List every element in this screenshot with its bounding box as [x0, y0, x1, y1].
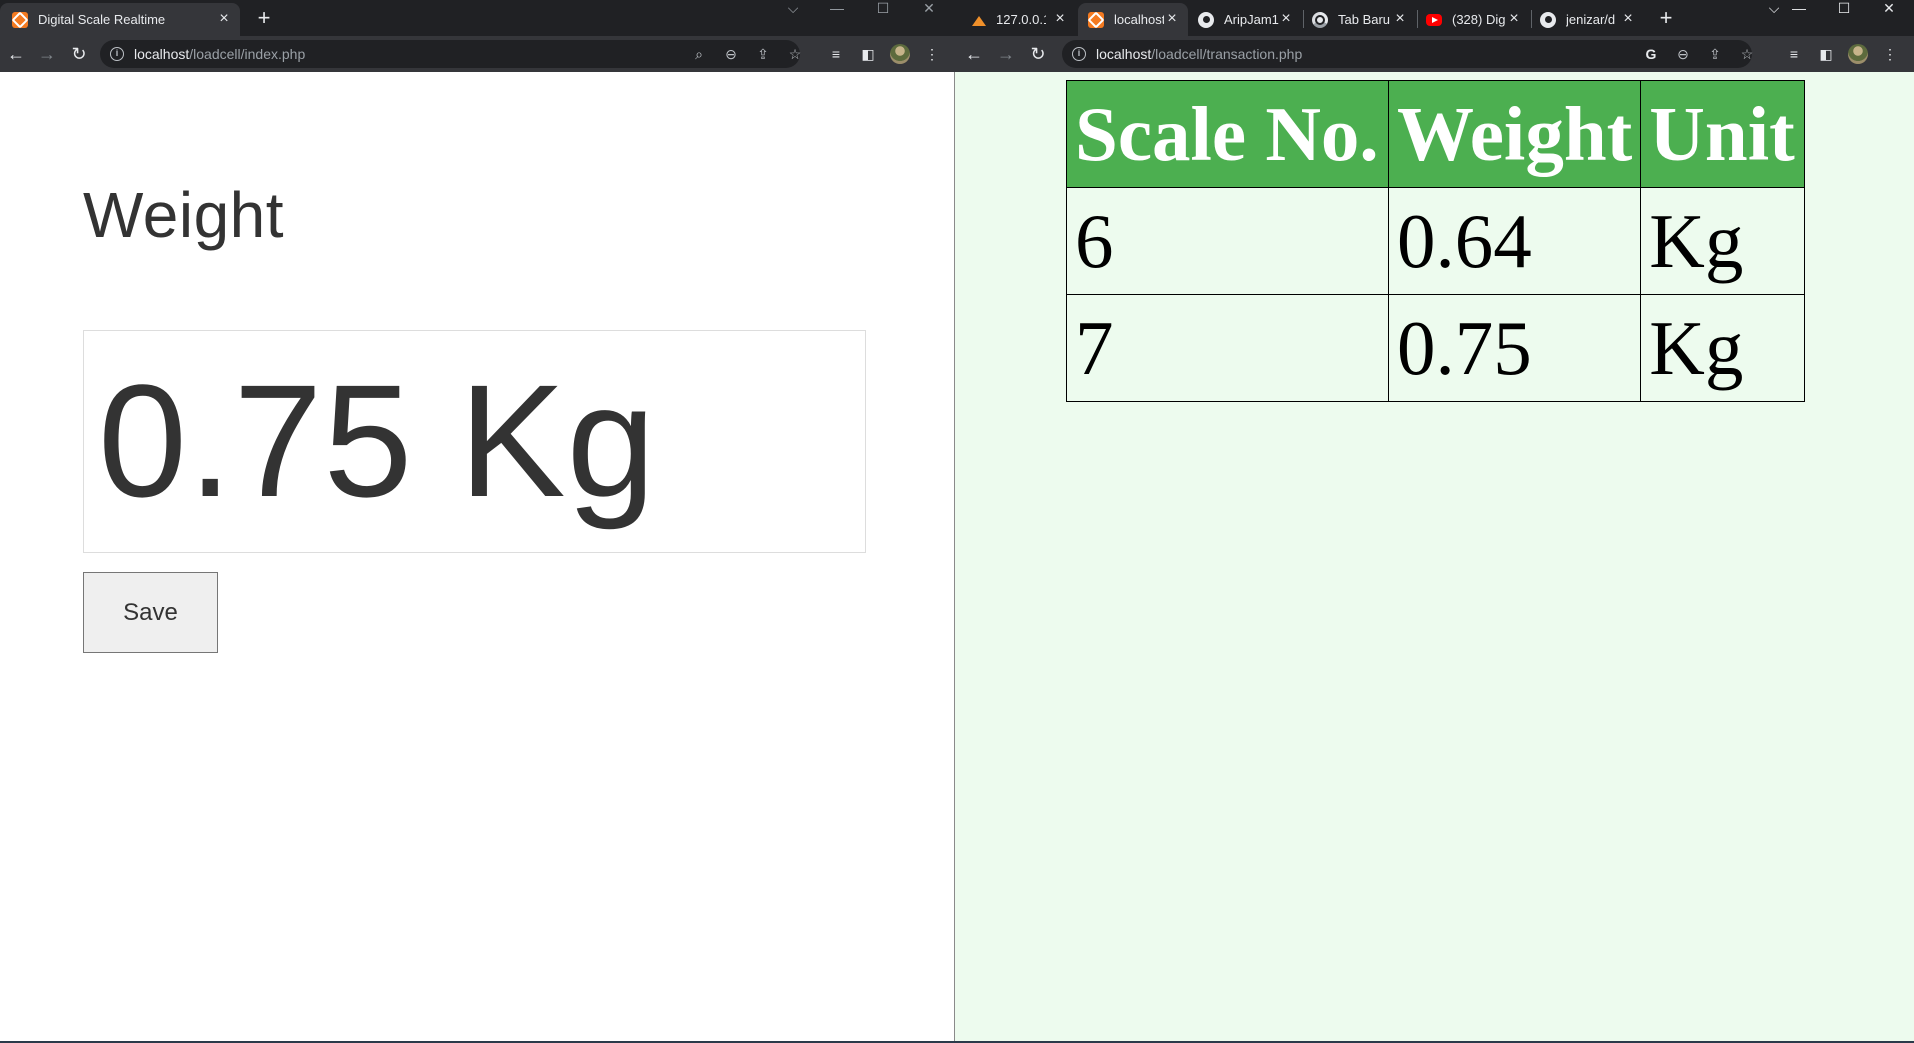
column-header-weight: Weight [1387, 80, 1642, 188]
tab-title: localhost [1114, 12, 1164, 27]
close-tab-icon[interactable]: × [1052, 11, 1068, 27]
browser-window-right: 127.0.0.1 × localhost × AripJam1 × Tab B… [954, 0, 1914, 1043]
bookmark-star-icon[interactable]: ☆ [786, 45, 804, 63]
tab-title: 127.0.0.1 [996, 12, 1046, 27]
transaction-table: Scale No. Weight Unit 6 0.64 Kg 7 0.75 K… [1066, 80, 1806, 402]
table-row: 6 0.64 Kg [1066, 187, 1806, 295]
reload-button[interactable]: ↻ [65, 40, 93, 68]
close-window-button[interactable]: ✕ [906, 0, 952, 30]
browser-toolbar: ← → ↻ i localhost/loadcell/index.php ⌕ ⊖… [0, 36, 954, 72]
tab-tab-baru[interactable]: Tab Baru × [1304, 3, 1416, 36]
weight-display-panel: 0.75 Kg [83, 330, 866, 553]
site-info-icon[interactable]: i [110, 47, 124, 61]
close-tab-icon[interactable]: × [1278, 11, 1294, 27]
table-header-row: Scale No. Weight Unit [1066, 80, 1806, 188]
close-tab-icon[interactable]: × [1164, 11, 1180, 27]
cell-weight: 0.75 [1387, 294, 1642, 402]
search-icon[interactable]: ⌕ [690, 45, 708, 63]
cell-unit: Kg [1640, 294, 1806, 402]
share-icon[interactable]: ⇪ [754, 45, 772, 63]
menu-kebab-icon[interactable]: ⋮ [1880, 44, 1900, 64]
reading-list-icon[interactable]: ≡ [1784, 44, 1804, 64]
minimize-button[interactable]: — [814, 0, 860, 30]
tab-search-chevron-icon[interactable]: ⌵ [770, 0, 816, 30]
new-tab-button[interactable]: + [1652, 5, 1680, 33]
browser-window-left: Digital Scale Realtime × + ⌵ — ☐ ✕ ← → ↻… [0, 0, 954, 1043]
tab-digital-scale-realtime[interactable]: Digital Scale Realtime × [0, 3, 240, 36]
minimize-button[interactable]: — [1776, 0, 1822, 30]
cell-scale-no: 7 [1066, 294, 1389, 402]
cell-weight: 0.64 [1387, 187, 1642, 295]
browser-toolbar: ← → ↻ i localhost/loadcell/transaction.p… [954, 36, 1914, 72]
tab-title: (328) Dig [1452, 12, 1506, 27]
reading-list-icon[interactable]: ≡ [826, 44, 846, 64]
url-text: localhost/loadcell/transaction.php [1096, 46, 1303, 62]
chrome-icon [1312, 11, 1328, 28]
reload-button[interactable]: ↻ [1024, 40, 1052, 68]
google-lens-icon[interactable]: G [1642, 45, 1660, 63]
xampp-icon [12, 11, 28, 28]
forward-button[interactable]: → [992, 40, 1020, 68]
column-header-scale-no: Scale No. [1066, 80, 1389, 188]
zoom-out-icon[interactable]: ⊖ [722, 45, 740, 63]
zoom-out-icon[interactable]: ⊖ [1674, 45, 1692, 63]
close-tab-icon[interactable]: × [1506, 11, 1522, 27]
maximize-button[interactable]: ☐ [860, 0, 906, 30]
tab-title: jenizar/d [1566, 12, 1616, 27]
menu-kebab-icon[interactable]: ⋮ [922, 44, 942, 64]
new-tab-button[interactable]: + [250, 5, 278, 33]
tab-title: Tab Baru [1338, 12, 1391, 27]
bookmark-star-icon[interactable]: ☆ [1738, 45, 1756, 63]
back-button[interactable]: ← [960, 40, 988, 68]
tab-title: AripJam1 [1224, 12, 1279, 27]
save-button[interactable]: Save [83, 572, 218, 653]
profile-avatar[interactable] [1848, 44, 1868, 64]
side-panel-icon[interactable]: ◧ [1816, 44, 1836, 64]
address-bar[interactable]: i localhost/loadcell/index.php ⌕ ⊖ ⇪ ☆ [100, 40, 801, 68]
tab-strip: 127.0.0.1 × localhost × AripJam1 × Tab B… [954, 0, 1914, 36]
tab-strip: Digital Scale Realtime × + ⌵ — ☐ ✕ [0, 0, 954, 36]
page-viewport: Scale No. Weight Unit 6 0.64 Kg 7 0.75 K… [954, 72, 1914, 1043]
profile-avatar[interactable] [890, 44, 910, 64]
share-icon[interactable]: ⇪ [1706, 45, 1724, 63]
xampp-icon [1088, 11, 1104, 28]
tab-youtube[interactable]: (328) Dig × [1418, 3, 1530, 36]
youtube-icon [1426, 13, 1442, 26]
close-tab-icon[interactable]: × [216, 11, 232, 27]
tab-jenizar[interactable]: jenizar/d × [1532, 3, 1644, 36]
back-button[interactable]: ← [2, 40, 30, 68]
address-bar[interactable]: i localhost/loadcell/transaction.php G ⊖… [1062, 40, 1753, 68]
column-header-unit: Unit [1640, 80, 1806, 188]
weight-readout: 0.75 Kg [98, 351, 657, 530]
page-viewport: Weight 0.75 Kg Save [0, 72, 954, 1043]
cell-scale-no: 6 [1066, 187, 1389, 295]
close-tab-icon[interactable]: × [1392, 11, 1408, 27]
github-icon [1198, 11, 1214, 28]
tab-title: Digital Scale Realtime [38, 12, 166, 27]
vlc-cone-icon [972, 15, 986, 26]
site-info-icon[interactable]: i [1072, 47, 1086, 61]
close-tab-icon[interactable]: × [1620, 11, 1636, 27]
forward-button[interactable]: → [33, 40, 61, 68]
maximize-button[interactable]: ☐ [1821, 0, 1867, 30]
cell-unit: Kg [1640, 187, 1806, 295]
table-row: 7 0.75 Kg [1066, 294, 1806, 402]
github-icon [1540, 11, 1556, 28]
tab-aripjam[interactable]: AripJam1 × [1190, 3, 1302, 36]
tab-localhost[interactable]: localhost × [1078, 3, 1188, 36]
side-panel-icon[interactable]: ◧ [858, 44, 878, 64]
url-text: localhost/loadcell/index.php [134, 46, 306, 62]
tab-127-0-0-1[interactable]: 127.0.0.1 × [964, 3, 1076, 36]
close-window-button[interactable]: ✕ [1866, 0, 1912, 30]
page-title: Weight [83, 179, 285, 251]
